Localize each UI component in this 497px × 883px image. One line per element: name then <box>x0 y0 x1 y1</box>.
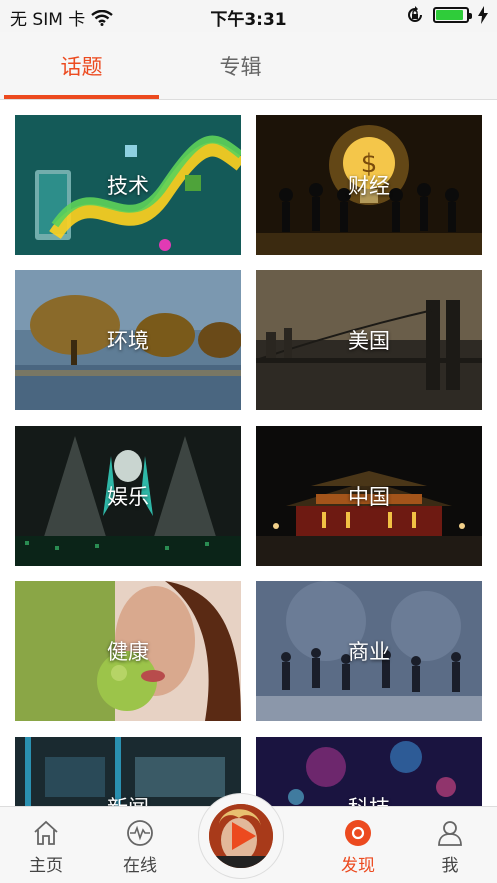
topic-label: 新闻 <box>15 792 241 806</box>
pulse-icon <box>127 820 153 846</box>
center-play-button[interactable] <box>198 793 284 879</box>
topic-label: 中国 <box>348 485 390 509</box>
topic-label: 娱乐 <box>107 485 149 509</box>
topic-tile-scitech[interactable]: 科技 <box>256 737 482 806</box>
discover-icon <box>345 820 371 846</box>
battery-level <box>436 10 463 20</box>
nav-me-label: 我 <box>441 856 459 876</box>
topic-tile-health[interactable]: 健康 <box>15 581 241 721</box>
topic-tile-news[interactable]: 新闻 <box>15 737 241 806</box>
topic-label: 美国 <box>348 329 390 353</box>
topic-grid: 技术 $ 财经 环境 美国 娱乐 中国 健康 商业 <box>0 100 497 806</box>
nav-discover[interactable]: 发现 <box>318 807 398 883</box>
nav-online[interactable]: 在线 <box>100 807 180 883</box>
tab-albums[interactable]: 专辑 <box>163 32 318 100</box>
topic-tile-finance[interactable]: $ 财经 <box>256 115 482 255</box>
topic-tile-usa[interactable]: 美国 <box>256 270 482 410</box>
topic-tile-environment[interactable]: 环境 <box>15 270 241 410</box>
topic-label: 财经 <box>348 174 390 198</box>
status-right <box>405 5 489 25</box>
topic-tile-entertainment[interactable]: 娱乐 <box>15 426 241 566</box>
tab-topics[interactable]: 话题 <box>4 32 159 100</box>
nav-home-label: 主页 <box>29 856 63 876</box>
tab-bar: 话题 专辑 <box>0 32 497 100</box>
nav-home[interactable]: 主页 <box>6 807 86 883</box>
rotation-lock-icon <box>408 6 422 22</box>
nav-online-label: 在线 <box>123 856 157 876</box>
nav-me[interactable]: 我 <box>410 807 490 883</box>
topic-tile-china[interactable]: 中国 <box>256 426 482 566</box>
topic-tile-technology[interactable]: 技术 <box>15 115 241 255</box>
charging-icon <box>478 6 488 24</box>
topic-label: 科技 <box>256 792 482 806</box>
bottom-nav: 主页 在线 发现 我 <box>0 793 497 883</box>
topic-label: 技术 <box>107 174 149 198</box>
home-icon <box>34 820 58 845</box>
topic-tile-business[interactable]: 商业 <box>256 581 482 721</box>
topic-label: 环境 <box>107 329 149 353</box>
active-tab-indicator <box>4 95 159 99</box>
play-icon <box>232 822 256 850</box>
nav-discover-label: 发现 <box>341 856 375 876</box>
topic-label: 健康 <box>107 640 149 664</box>
profile-icon <box>438 821 462 846</box>
status-bar: 无 SIM 卡 下午3:31 <box>0 0 497 32</box>
topic-label: 商业 <box>348 640 390 664</box>
battery-icon <box>433 7 472 23</box>
